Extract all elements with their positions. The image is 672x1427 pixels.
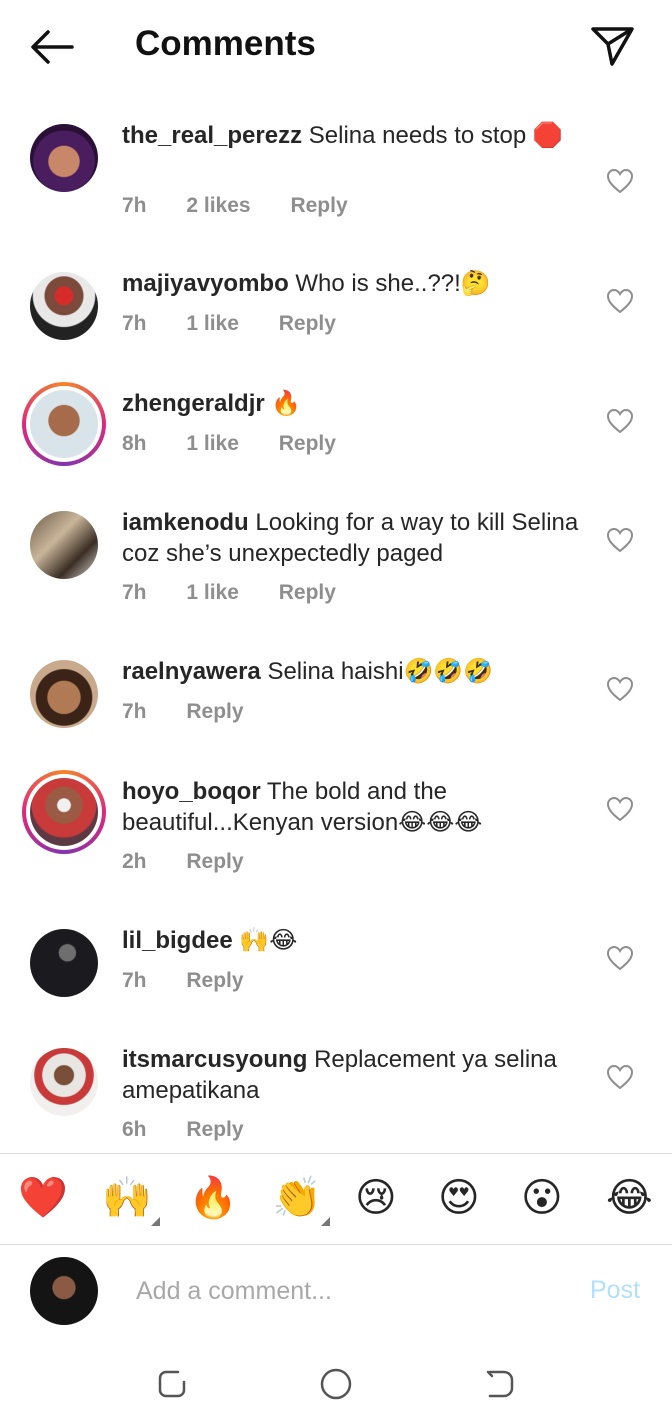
reply-button[interactable]: Reply — [186, 850, 243, 873]
heart-icon[interactable] — [606, 676, 634, 702]
direct-message-icon[interactable] — [588, 22, 636, 68]
back-arrow-icon[interactable] — [28, 26, 76, 68]
heart-icon[interactable] — [606, 408, 634, 434]
avatar[interactable] — [22, 382, 106, 466]
avatar[interactable] — [30, 272, 98, 340]
avatar[interactable] — [22, 770, 106, 854]
comment-time: 7h — [122, 969, 147, 992]
comment-username[interactable]: raelnyawera — [122, 658, 261, 685]
reply-button[interactable]: Reply — [186, 1118, 243, 1141]
heart-icon[interactable] — [606, 288, 634, 314]
comment-body: 🔥 — [271, 390, 302, 417]
comment-meta: 7h Reply — [122, 969, 278, 993]
skin-tone-indicator-icon — [320, 1217, 330, 1226]
emoji-clapping-button[interactable]: 👏 — [272, 1174, 330, 1226]
home-icon[interactable] — [318, 1366, 354, 1402]
heart-icon[interactable] — [606, 168, 634, 194]
reply-button[interactable]: Reply — [279, 581, 336, 604]
comment-meta: 7h 2 likes Reply — [122, 194, 382, 218]
comment-time: 6h — [122, 1118, 147, 1141]
comment-text: raelnyawera Selina haishi🤣🤣🤣 — [122, 656, 582, 687]
page-title: Comments — [135, 24, 316, 63]
emoji-surprised-button[interactable]: 😮 — [521, 1174, 563, 1222]
reply-button[interactable]: Reply — [279, 312, 336, 335]
comment-text: zhengeraldjr 🔥 — [122, 388, 582, 419]
comment-time: 7h — [122, 312, 147, 335]
skin-tone-indicator-icon — [150, 1217, 160, 1226]
comment-time: 8h — [122, 432, 147, 455]
comment-username[interactable]: iamkenodu — [122, 509, 249, 536]
emoji-heart-eyes-button[interactable]: 😍 — [438, 1174, 480, 1222]
avatar[interactable] — [30, 124, 98, 192]
reply-button[interactable]: Reply — [186, 969, 243, 992]
comment-username[interactable]: majiyavyombo — [122, 270, 289, 297]
comment-username[interactable]: lil_bigdee — [122, 927, 233, 954]
emoji-clapping-glyph: 👏 — [272, 1176, 322, 1220]
current-user-avatar — [30, 1257, 98, 1325]
comment-likes[interactable]: 1 like — [186, 312, 239, 335]
comment-meta: 8h 1 like Reply — [122, 432, 370, 456]
comment-likes[interactable]: 1 like — [186, 432, 239, 455]
comment-meta: 7h 1 like Reply — [122, 581, 370, 605]
comment-meta: 6h Reply — [122, 1118, 278, 1142]
comment-username[interactable]: hoyo_boqor — [122, 778, 261, 805]
comment-text: majiyavyombo Who is she..??!🤔 — [122, 268, 582, 299]
comment-body: Selina haishi🤣🤣🤣 — [267, 658, 494, 685]
comment-likes[interactable]: 1 like — [186, 581, 239, 604]
comment-input[interactable] — [134, 1270, 558, 1312]
avatar[interactable] — [30, 1048, 98, 1116]
emoji-raising-hands-button[interactable]: 🙌 — [102, 1174, 160, 1226]
emoji-fire-button[interactable]: 🔥 — [188, 1174, 238, 1222]
comment-username[interactable]: the_real_perezz — [122, 122, 302, 149]
header-bar: Comments — [0, 0, 672, 92]
comment-username[interactable]: itsmarcusyoung — [122, 1046, 307, 1073]
emoji-heart-button[interactable]: ❤️ — [18, 1174, 68, 1222]
comment-text: lil_bigdee 🙌😂 — [122, 925, 582, 956]
avatar[interactable] — [30, 511, 98, 579]
comment-time: 7h — [122, 581, 147, 604]
avatar[interactable] — [30, 929, 98, 997]
recent-apps-icon[interactable] — [154, 1366, 190, 1402]
heart-icon[interactable] — [606, 527, 634, 553]
comments-list[interactable]: the_real_perezz Selina needs to stop 🛑 7… — [0, 92, 672, 1152]
comment-body: Selina needs to stop 🛑 — [308, 122, 563, 149]
back-nav-icon[interactable] — [482, 1366, 518, 1402]
heart-icon[interactable] — [606, 796, 634, 822]
comment-meta: 7h Reply — [122, 700, 278, 724]
comment-body: 🙌😂 — [239, 927, 298, 954]
comment-time: 7h — [122, 194, 147, 217]
heart-icon[interactable] — [606, 945, 634, 971]
comment-text: hoyo_boqor The bold and the beautiful...… — [122, 776, 582, 838]
comment-composer: Post — [0, 1244, 672, 1344]
avatar[interactable] — [30, 660, 98, 728]
emoji-laughing-button[interactable]: 😂 — [606, 1174, 653, 1222]
comment-meta: 7h 1 like Reply — [122, 312, 370, 336]
post-button[interactable]: Post — [590, 1276, 640, 1305]
comment-meta: 2h Reply — [122, 850, 278, 874]
comment-time: 7h — [122, 700, 147, 723]
comment-body: Who is she..??!🤔 — [295, 270, 491, 297]
heart-icon[interactable] — [606, 1064, 634, 1090]
comment-text: iamkenodu Looking for a way to kill Seli… — [122, 507, 582, 569]
comment-text: the_real_perezz Selina needs to stop 🛑 — [122, 120, 582, 151]
system-nav-bar — [0, 1344, 672, 1427]
reply-button[interactable]: Reply — [279, 432, 336, 455]
comment-username[interactable]: zhengeraldjr — [122, 390, 265, 417]
comment-text: itsmarcusyoung Replacement ya selina ame… — [122, 1044, 582, 1106]
reply-button[interactable]: Reply — [290, 194, 347, 217]
comment-likes[interactable]: 2 likes — [186, 194, 250, 217]
reply-button[interactable]: Reply — [186, 700, 243, 723]
quick-emoji-bar: ❤️ 🙌 🔥 👏 😢 😍 😮 😂 — [0, 1153, 672, 1245]
comment-time: 2h — [122, 850, 147, 873]
emoji-raising-hands-glyph: 🙌 — [102, 1176, 152, 1220]
emoji-crying-button[interactable]: 😢 — [355, 1174, 397, 1222]
